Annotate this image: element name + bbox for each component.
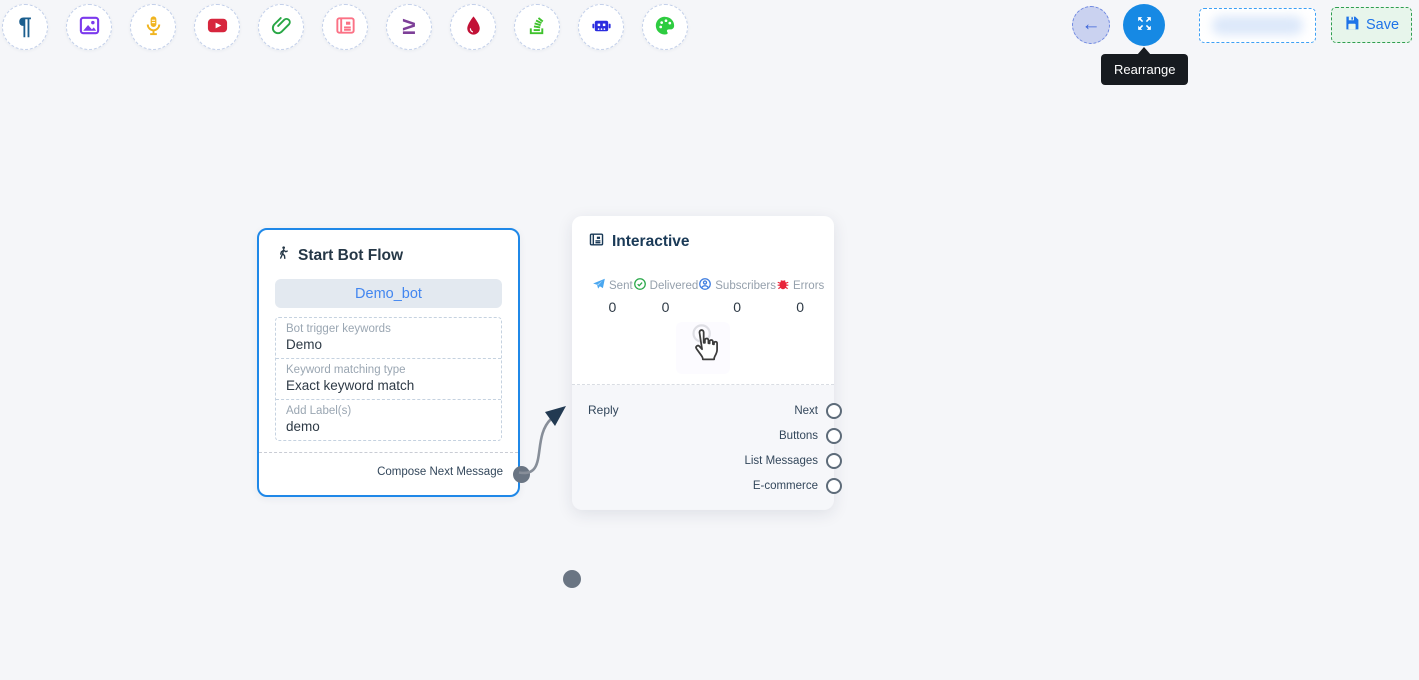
video-icon — [206, 14, 229, 40]
microphone-icon — [142, 14, 165, 40]
compose-next-message-label: Compose Next Message — [259, 449, 518, 495]
greater-equal-icon: ≥ — [402, 15, 415, 39]
compress-arrows-icon — [1135, 14, 1154, 36]
check-circle-icon — [633, 277, 647, 294]
field-label: Bot trigger keywords — [286, 323, 491, 335]
stack-icon — [526, 14, 549, 40]
node-toolbar: ¶ ≥ — [2, 4, 688, 50]
stat-value: 0 — [733, 299, 741, 315]
next-output-port[interactable] — [826, 403, 842, 419]
toolbar-button-condition[interactable]: ≥ — [386, 4, 432, 50]
bot-name-button[interactable]: Demo_bot — [275, 279, 502, 308]
field-keyword-matching-type[interactable]: Keyword matching type Exact keyword matc… — [276, 358, 501, 399]
start-node-title: Start Bot Flow — [298, 247, 403, 265]
save-label: Save — [1366, 17, 1399, 33]
next-port-label: Next — [794, 405, 818, 417]
palette-icon — [654, 14, 677, 40]
compose-next-message-port[interactable] — [513, 466, 530, 483]
stat-delivered: Delivered 0 — [633, 277, 699, 315]
field-label: Add Label(s) — [286, 405, 491, 417]
reply-input-port[interactable] — [563, 570, 581, 588]
ecommerce-port-label: E-commerce — [753, 480, 818, 492]
arrow-left-icon: ← — [1082, 14, 1101, 36]
field-bot-trigger-keywords[interactable]: Bot trigger keywords Demo — [276, 318, 501, 358]
wire-arrowhead — [545, 406, 566, 426]
newspaper-icon — [588, 231, 605, 253]
stat-label: Delivered — [650, 280, 699, 292]
user-circle-icon — [698, 277, 712, 294]
save-button[interactable]: Save — [1331, 7, 1412, 43]
hand-cursor — [676, 322, 730, 374]
start-node-header: Start Bot Flow — [259, 230, 518, 266]
toolbar-button-audio[interactable] — [130, 4, 176, 50]
droplet-icon — [462, 14, 485, 40]
ecommerce-output-port[interactable] — [826, 478, 842, 494]
rearrange-tooltip: Rearrange — [1101, 54, 1188, 85]
buttons-port-label: Buttons — [779, 430, 818, 442]
field-add-labels[interactable]: Add Label(s) demo — [276, 399, 501, 440]
toolbar-button-template[interactable] — [322, 4, 368, 50]
tooltip-label: Rearrange — [1114, 62, 1175, 77]
bug-icon — [776, 277, 790, 294]
stats-row: Sent 0 Delivered 0 Subscribers — [572, 277, 834, 315]
stat-label: Errors — [793, 280, 824, 292]
toolbar-button-stack[interactable] — [514, 4, 560, 50]
back-button[interactable]: ← — [1072, 6, 1110, 44]
field-value: Demo — [286, 337, 491, 352]
tooltip-caret — [1137, 47, 1151, 55]
redacted-blur — [1212, 16, 1303, 35]
newspaper-icon — [334, 14, 357, 40]
list-messages-output-port[interactable] — [826, 453, 842, 469]
toolbar-button-attachment[interactable] — [258, 4, 304, 50]
field-label: Keyword matching type — [286, 364, 491, 376]
stat-label: Sent — [609, 280, 633, 292]
list-messages-port-label: List Messages — [744, 455, 818, 467]
start-node-fields: Bot trigger keywords Demo Keyword matchi… — [275, 317, 502, 441]
stat-value: 0 — [662, 299, 670, 315]
interactive-node-ports: Reply Next Buttons List Messages E-comme… — [572, 385, 834, 509]
flow-canvas[interactable]: ¶ ≥ ← — [0, 0, 1419, 680]
paper-plane-icon — [592, 277, 606, 294]
toolbar-button-image[interactable] — [66, 4, 112, 50]
stat-errors: Errors 0 — [776, 277, 824, 315]
toolbar-button-text[interactable]: ¶ — [2, 4, 48, 50]
rearrange-button[interactable] — [1123, 4, 1165, 46]
field-value: demo — [286, 419, 491, 434]
stat-label: Subscribers — [715, 280, 776, 292]
text-pilcrow-icon: ¶ — [18, 15, 31, 39]
robot-icon — [590, 14, 613, 40]
reply-port-label: Reply — [588, 403, 619, 417]
start-bot-flow-node[interactable]: Start Bot Flow Demo_bot Bot trigger keyw… — [257, 228, 520, 497]
buttons-output-port[interactable] — [826, 428, 842, 444]
stat-subscribers: Subscribers 0 — [698, 277, 776, 315]
field-value: Exact keyword match — [286, 378, 491, 393]
attachment-icon — [270, 14, 293, 40]
floppy-disk-icon — [1344, 15, 1360, 35]
toolbar-button-video[interactable] — [194, 4, 240, 50]
interactive-node-header: Interactive — [572, 216, 834, 253]
toolbar-button-theme[interactable] — [642, 4, 688, 50]
stat-value: 0 — [608, 299, 616, 315]
stat-value: 0 — [796, 299, 804, 315]
person-walking-icon — [275, 245, 291, 266]
toolbar-button-droplet[interactable] — [450, 4, 496, 50]
stat-sent: Sent 0 — [592, 277, 633, 315]
image-icon — [78, 14, 101, 40]
redacted-field[interactable] — [1199, 8, 1316, 43]
interactive-node-title: Interactive — [612, 233, 690, 251]
toolbar-button-bot[interactable] — [578, 4, 624, 50]
